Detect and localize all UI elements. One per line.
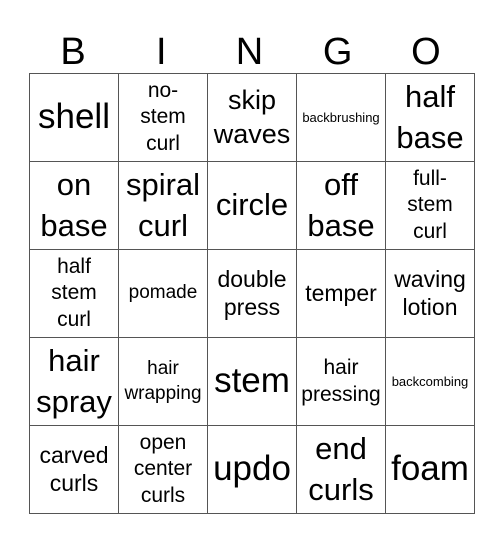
bingo-cell[interactable]: open center curls xyxy=(118,425,208,514)
bingo-cell[interactable]: temper xyxy=(296,249,386,338)
header-letter-n: N xyxy=(235,31,264,73)
bingo-card: shell no-stem curl skip waves backbrushing… xyxy=(29,73,475,514)
bingo-cell[interactable]: skip waves xyxy=(207,73,297,162)
bingo-header: B I N G O xyxy=(29,30,470,74)
bingo-cell[interactable]: updo xyxy=(207,425,297,514)
bingo-row: shell no-stem curl skip waves backbrushing… xyxy=(29,73,475,162)
bingo-cell[interactable]: half base xyxy=(385,73,475,162)
bingo-row: hair spray hair wrapping stem hair pressing… xyxy=(29,337,475,426)
bingo-cell[interactable]: carved curls xyxy=(29,425,119,514)
bingo-cell[interactable]: backbrushing xyxy=(296,73,386,162)
bingo-cell[interactable]: no-stem curl xyxy=(118,73,208,162)
bingo-cell[interactable]: hair wrapping xyxy=(118,337,208,426)
bingo-row: on base spiral curl circle off base full-st… xyxy=(29,161,475,250)
bingo-cell[interactable]: stem xyxy=(207,337,297,426)
header-letter-g: G xyxy=(322,31,353,73)
bingo-cell[interactable]: double press xyxy=(207,249,297,338)
bingo-cell[interactable]: on base xyxy=(29,161,119,250)
bingo-cell[interactable]: hair pressing xyxy=(296,337,386,426)
bingo-cell[interactable]: backcombing xyxy=(385,337,475,426)
bingo-cell[interactable]: spiral curl xyxy=(118,161,208,250)
bingo-cell[interactable]: foam xyxy=(385,425,475,514)
bingo-cell[interactable]: half stem curl xyxy=(29,249,119,338)
bingo-cell[interactable]: waving lotion xyxy=(385,249,475,338)
header-letter-i: I xyxy=(156,31,167,73)
header-letter-b: B xyxy=(60,31,86,73)
bingo-cell[interactable]: full-stem curl xyxy=(385,161,475,250)
bingo-cell[interactable]: off base xyxy=(296,161,386,250)
bingo-cell[interactable]: hair spray xyxy=(29,337,119,426)
bingo-cell[interactable]: end curls xyxy=(296,425,386,514)
bingo-cell[interactable]: shell xyxy=(29,73,119,162)
header-letter-o: O xyxy=(411,31,441,73)
bingo-row: carved curls open center curls updo end curl… xyxy=(29,425,475,514)
bingo-cell[interactable]: circle xyxy=(207,161,297,250)
bingo-cell[interactable]: pomade xyxy=(118,249,208,338)
bingo-row: half stem curl pomade double press temper w… xyxy=(29,249,475,338)
